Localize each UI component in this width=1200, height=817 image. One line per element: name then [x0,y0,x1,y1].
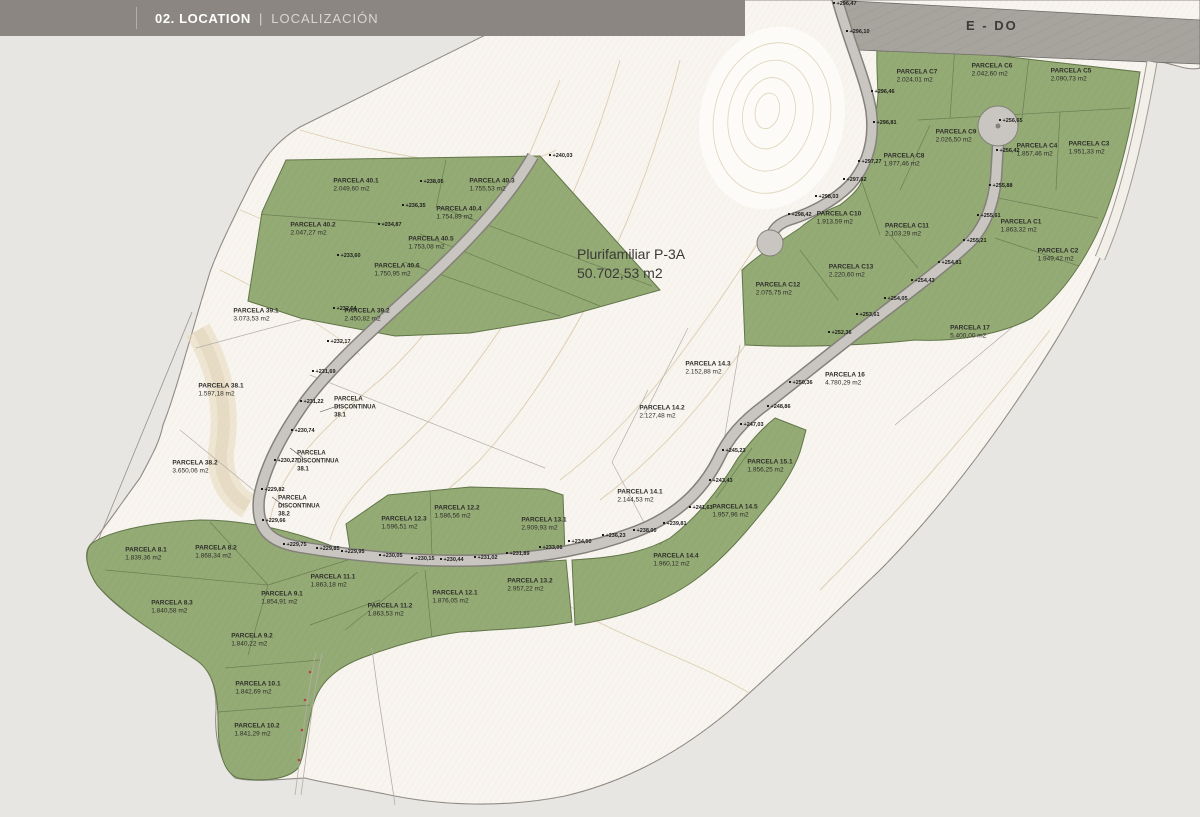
section-number: 02. [155,11,175,26]
main-area-label: Plurifamiliar P-3A 50.702,53 m2 [577,245,685,283]
header-bar: 02. LOCATION | LOCALIZACIÓN [0,0,745,36]
header-divider [136,7,137,29]
section-title: LOCATION [179,11,251,26]
title-separator: | [255,11,267,26]
main-area-size: 50.702,53 m2 [577,264,685,283]
highway-label: E - DO [966,18,1018,33]
page-title: 02. LOCATION | LOCALIZACIÓN [0,11,379,26]
section-subtitle: LOCALIZACIÓN [271,11,378,26]
site-plan-map [0,0,1200,817]
main-area-name: Plurifamiliar P-3A [577,245,685,264]
site-plan-page: 02. LOCATION | LOCALIZACIÓN E - DO Pluri… [0,0,1200,817]
